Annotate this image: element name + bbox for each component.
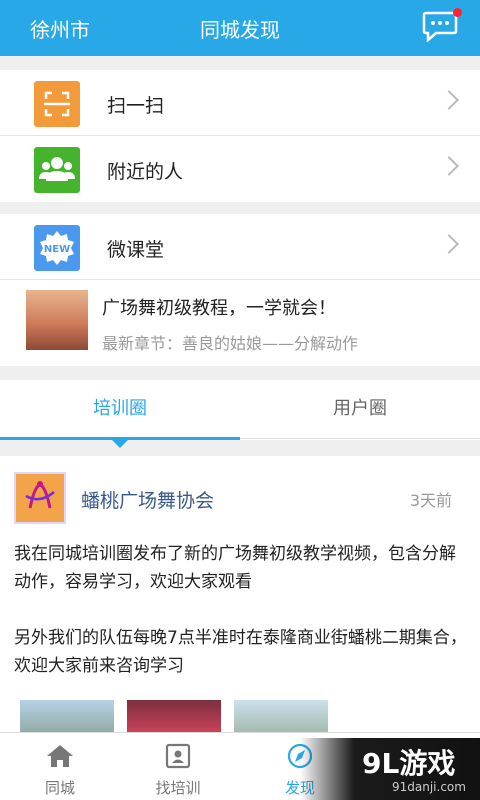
- nav-label: 同城: [44, 779, 75, 797]
- org-avatar[interactable]: [14, 472, 66, 524]
- menu-group-1: 扫一扫 附近的人: [0, 70, 480, 202]
- watermark-brand: 9L游戏: [362, 747, 456, 780]
- post-author[interactable]: 蟠桃广场舞协会: [81, 486, 214, 513]
- bottom-nav: 同城 找培训 发现 9L游戏 91danji.com: [0, 732, 480, 800]
- menu-item-label: 微课堂: [107, 239, 165, 261]
- id-card-icon: [165, 743, 191, 769]
- nav-item-find-training[interactable]: 找培训: [118, 733, 238, 800]
- post-image[interactable]: [20, 700, 114, 736]
- tab-divider: [240, 438, 480, 439]
- post-paragraph: 我在同城培训圈发布了新的广场舞初级教学视频，包含分解动作，容易学习，欢迎大家观看: [14, 544, 456, 592]
- tab-user-circle[interactable]: 用户圈: [240, 380, 480, 438]
- chat-bubble-icon[interactable]: [422, 10, 458, 42]
- post-image[interactable]: [127, 700, 221, 736]
- post-time: 3天前: [409, 491, 452, 510]
- feed-post[interactable]: 蟠桃广场舞协会 3天前 我在同城培训圈发布了新的广场舞初级教学视频，包含分解动作…: [0, 456, 480, 736]
- tab-bar: 培训圈 用户圈: [0, 380, 480, 440]
- menu-item-scan[interactable]: 扫一扫: [0, 70, 480, 136]
- menu-item-micro-class[interactable]: NEW 微课堂: [0, 214, 480, 280]
- tab-training-circle[interactable]: 培训圈: [0, 380, 240, 438]
- nav-item-local[interactable]: 同城: [0, 733, 120, 800]
- watermark: 9L游戏 91danji.com: [300, 738, 480, 800]
- top-bar: 徐州市 同城发现: [0, 0, 480, 56]
- scan-icon: [34, 81, 80, 127]
- page-title: 同城发现: [200, 18, 280, 42]
- active-tab-caret: [112, 440, 128, 448]
- post-body: 我在同城培训圈发布了新的广场舞初级教学视频，包含分解动作，容易学习，欢迎大家观看…: [14, 540, 468, 680]
- course-latest-chapter: 最新章节：善良的姑娘——分解动作: [102, 334, 359, 353]
- post-paragraph: 另外我们的队伍每晚7点半准时在泰隆商业街蟠桃二期集合，欢迎大家前来咨询学习: [14, 628, 467, 676]
- home-icon: [47, 745, 73, 767]
- chevron-right-icon: [439, 90, 459, 110]
- people-icon: [34, 147, 80, 193]
- menu-item-label: 扫一扫: [107, 95, 165, 117]
- svg-text:NEW: NEW: [44, 244, 70, 255]
- menu-group-2: NEW 微课堂 广场舞初级教程，一学就会！ 最新章节：善良的姑娘——分解动作: [0, 214, 480, 366]
- course-thumbnail: [26, 290, 88, 350]
- chevron-right-icon: [439, 156, 459, 176]
- chevron-right-icon: [439, 234, 459, 254]
- watermark-domain: 91danji.com: [392, 780, 466, 794]
- unread-badge: [453, 8, 462, 17]
- new-badge-icon: NEW: [34, 225, 80, 271]
- post-image[interactable]: [234, 700, 328, 736]
- menu-item-label: 附近的人: [107, 161, 184, 183]
- course-card[interactable]: 广场舞初级教程，一学就会！ 最新章节：善良的姑娘——分解动作: [0, 280, 480, 366]
- nav-label: 找培训: [155, 779, 201, 797]
- course-title: 广场舞初级教程，一学就会！: [102, 298, 336, 319]
- menu-item-nearby[interactable]: 附近的人: [0, 136, 480, 202]
